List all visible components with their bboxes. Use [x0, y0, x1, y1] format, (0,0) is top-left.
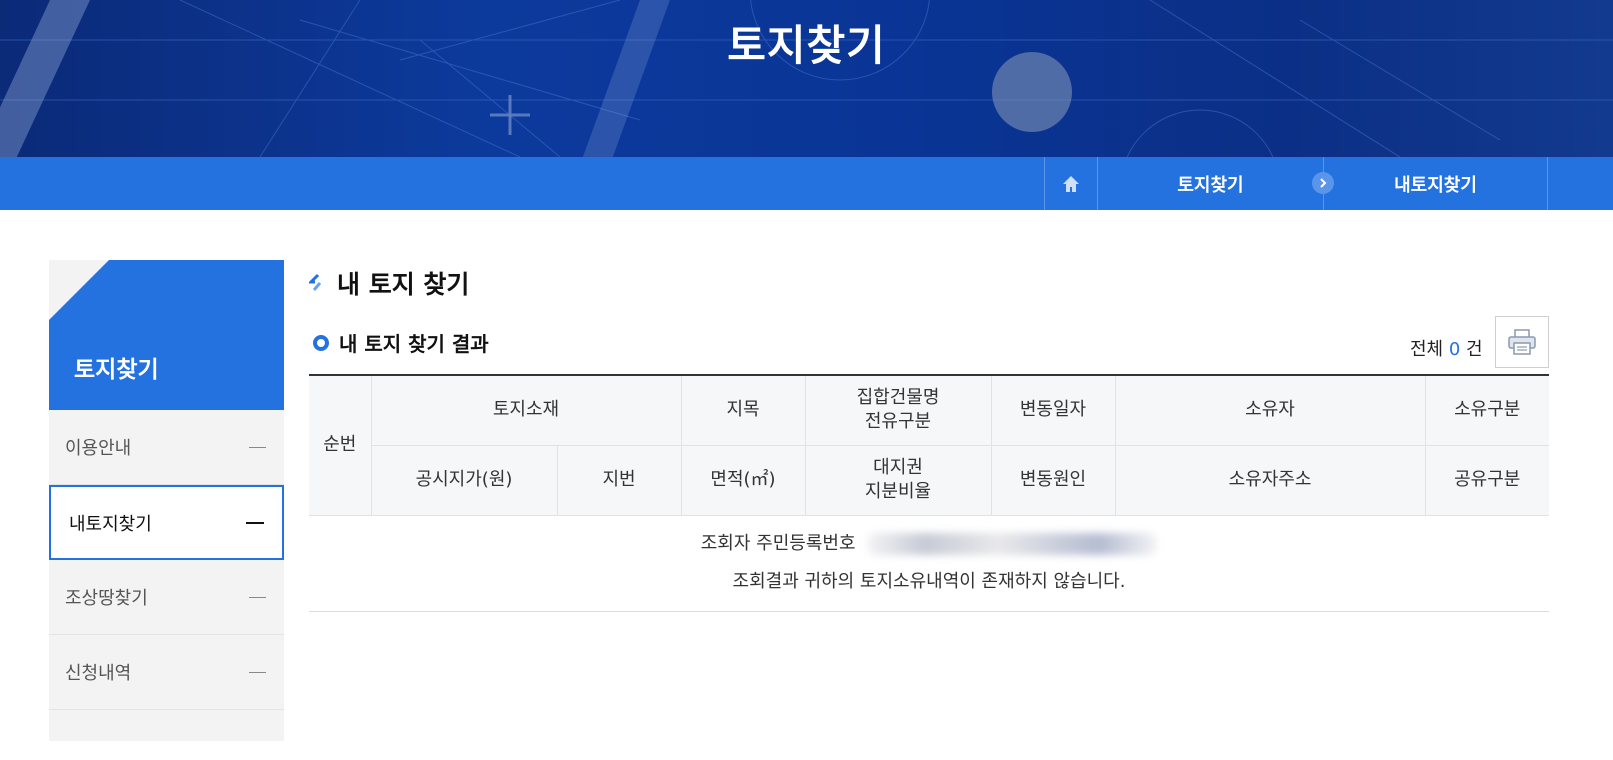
banner-title: 토지찾기 [727, 21, 886, 70]
breadcrumb-item-land-search[interactable]: 토지찾기 [1098, 157, 1323, 210]
total-suffix: 건 [1466, 339, 1483, 360]
no-result-text: 조회결과 귀하의 토지소유내역이 존재하지 않습니다. [732, 571, 1126, 592]
sidebar-header: 토지찾기 [49, 260, 284, 410]
sidebar: 토지찾기 이용안내 내토지찾기 조상땅찾기 신청내역 [49, 260, 284, 741]
total-prefix: 전체 [1410, 339, 1444, 360]
column-header-change-date: 변동일자 [990, 374, 1115, 446]
title-mark-icon [309, 273, 322, 291]
column-header-official-price: 공시지가(원) [370, 445, 557, 516]
column-header-location: 토지소재 [370, 374, 681, 446]
sidebar-title: 토지찾기 [74, 357, 159, 383]
column-header-area: 면적(㎡) [680, 445, 805, 516]
column-header-seq: 순번 [309, 374, 371, 516]
sidebar-item-label: 이용안내 [65, 438, 132, 459]
minus-icon [249, 671, 266, 673]
breadcrumb: 토지찾기 내토지찾기 [0, 157, 1613, 210]
column-header-land-rights: 대지권 지분비율 [804, 445, 991, 516]
result-table: 순번 토지소재 지목 집합건물명 전유구분 변동일자 소유자 소유구분 공시지가… [309, 374, 1549, 612]
redacted-id-number [867, 533, 1158, 555]
sidebar-item-applications[interactable]: 신청내역 [49, 635, 284, 710]
sidebar-item-my-land-search[interactable]: 내토지찾기 [49, 485, 284, 560]
breadcrumb-item-my-land-search[interactable]: 내토지찾기 [1323, 157, 1548, 210]
chevron-right-icon [1312, 172, 1334, 194]
inquirer-id-line: 조회자 주민등록번호 [309, 525, 1549, 563]
minus-icon [249, 446, 266, 448]
page-banner: 토지찾기 [0, 0, 1613, 157]
printer-icon [1508, 329, 1536, 355]
minus-icon [249, 596, 266, 598]
inquirer-id-label: 조회자 주민등록번호 [700, 533, 856, 554]
column-header-change-reason: 변동원인 [990, 445, 1115, 516]
home-button[interactable] [1044, 157, 1098, 210]
bullet-icon [313, 334, 329, 351]
column-header-lot-number: 지번 [556, 445, 681, 516]
home-icon [1063, 175, 1079, 192]
sidebar-item-ancestor-land[interactable]: 조상땅찾기 [49, 560, 284, 635]
sidebar-item-label: 신청내역 [65, 663, 132, 684]
page-title: 내 토지 찾기 [309, 265, 469, 301]
total-count: 전체 0 건 [1410, 335, 1483, 361]
sidebar-item-label: 조상땅찾기 [65, 588, 148, 609]
sidebar-item-label: 내토지찾기 [69, 513, 152, 535]
minus-icon [246, 521, 264, 524]
table-header-row: 순번 토지소재 지목 집합건물명 전유구분 변동일자 소유자 소유구분 [309, 374, 1549, 516]
page-title-text: 내 토지 찾기 [337, 270, 470, 299]
sidebar-item-guide[interactable]: 이용안내 [49, 410, 284, 485]
table-row: 조회자 주민등록번호 조회결과 귀하의 토지소유내역이 존재하지 않습니다. [309, 515, 1549, 612]
print-button[interactable] [1495, 316, 1549, 368]
section-title: 내 토지 찾기 결과 [313, 328, 489, 357]
table-header-row: 공시지가(원) 지번 면적(㎡) 대지권 지분비율 변동원인 소유자주소 공유구… [309, 445, 1549, 516]
column-header-land-category: 지목 [680, 374, 805, 446]
column-header-ownership-type: 소유구분 [1424, 374, 1549, 446]
section-title-text: 내 토지 찾기 결과 [339, 332, 489, 356]
column-header-share-type: 공유구분 [1424, 445, 1549, 516]
total-count-value: 0 [1448, 339, 1461, 360]
empty-result-message: 조회자 주민등록번호 조회결과 귀하의 토지소유내역이 존재하지 않습니다. [309, 515, 1549, 612]
column-header-building-name: 집합건물명 전유구분 [804, 374, 991, 446]
column-header-owner: 소유자 [1114, 374, 1425, 446]
column-header-owner-address: 소유자주소 [1114, 445, 1425, 516]
